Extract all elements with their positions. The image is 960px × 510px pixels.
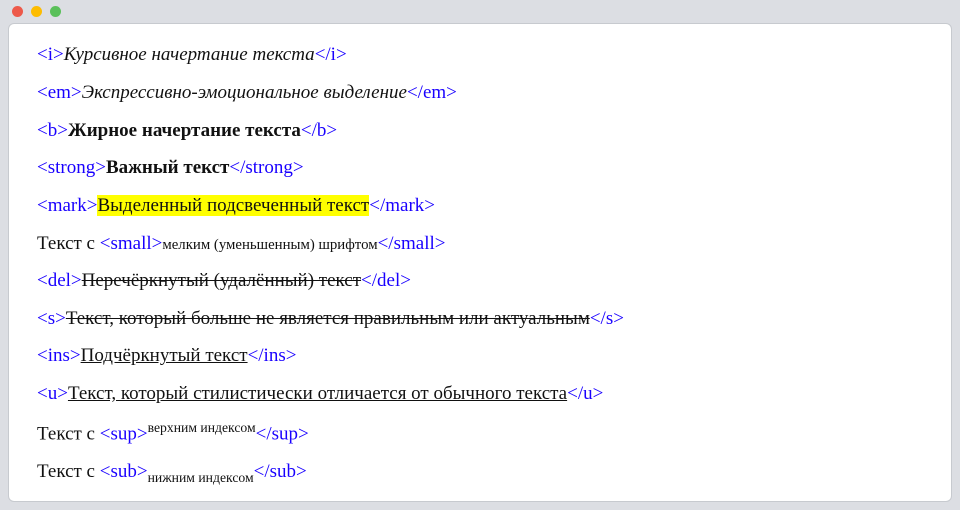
open-tag: <i> xyxy=(37,44,64,65)
styled-text: Курсивное начертание текста xyxy=(64,44,315,65)
styled-text: Жирное начертание текста xyxy=(68,120,301,141)
window: <i>Курсивное начертание текста</i> <em>Э… xyxy=(0,0,960,510)
example-row: <i>Курсивное начертание текста</i> xyxy=(37,42,923,68)
content-panel: <i>Курсивное начертание текста</i> <em>Э… xyxy=(8,23,952,502)
open-tag: <em> xyxy=(37,82,82,103)
styled-text: Важный текст xyxy=(106,157,229,178)
styled-text: Текст, который стилистически отличается … xyxy=(68,383,567,404)
prefix-text: Текст с xyxy=(37,461,100,482)
styled-text: мелким (уменьшенным) шрифтом xyxy=(162,237,377,253)
styled-text: нижним индексом xyxy=(148,470,254,485)
close-tag: </small> xyxy=(378,233,446,254)
open-tag: <sub> xyxy=(100,461,148,482)
example-row: <mark>Выделенный подсвеченный текст</mar… xyxy=(37,193,923,219)
open-tag: <u> xyxy=(37,383,68,404)
example-row: <em>Экспрессивно-эмоциональное выделение… xyxy=(37,80,923,106)
open-tag: <strong> xyxy=(37,157,106,178)
open-tag: <del> xyxy=(37,270,82,291)
open-tag: <s> xyxy=(37,308,66,329)
styled-text: Текст, который больше не является правил… xyxy=(66,308,590,329)
close-tag: </em> xyxy=(407,82,457,103)
example-row: <del>Перечёркнутый (удалённый) текст</de… xyxy=(37,268,923,294)
example-row: <u>Текст, который стилистически отличает… xyxy=(37,381,923,407)
example-row: Текст с <sup>верхним индексом</sup> xyxy=(37,419,923,447)
close-icon[interactable] xyxy=(12,6,23,17)
minimize-icon[interactable] xyxy=(31,6,42,17)
styled-text: Выделенный подсвеченный текст xyxy=(97,195,369,216)
close-tag: </strong> xyxy=(229,157,303,178)
example-row: Текст с <small>мелким (уменьшенным) шриф… xyxy=(37,231,923,257)
prefix-text: Текст с xyxy=(37,423,100,444)
open-tag: <b> xyxy=(37,120,68,141)
example-row: <strong>Важный текст</strong> xyxy=(37,155,923,181)
open-tag: <sup> xyxy=(100,423,148,444)
close-tag: </mark> xyxy=(369,195,435,216)
close-tag: </u> xyxy=(567,383,603,404)
styled-text: Экспрессивно-эмоциональное выделение xyxy=(82,82,407,103)
close-tag: </sub> xyxy=(254,461,307,482)
close-tag: </del> xyxy=(361,270,411,291)
open-tag: <ins> xyxy=(37,345,81,366)
styled-text: Перечёркнутый (удалённый) текст xyxy=(82,270,361,291)
close-tag: </s> xyxy=(590,308,624,329)
example-row: Текст с <sub>нижним индексом</sub> xyxy=(37,459,923,487)
close-tag: </b> xyxy=(301,120,337,141)
titlebar xyxy=(0,0,960,23)
close-tag: </i> xyxy=(315,44,347,65)
styled-text: Подчёркнутый текст xyxy=(81,345,248,366)
close-tag: </ins> xyxy=(248,345,297,366)
open-tag: <mark> xyxy=(37,195,97,216)
open-tag: <small> xyxy=(100,233,163,254)
example-row: <b>Жирное начертание текста</b> xyxy=(37,118,923,144)
example-row: <s>Текст, который больше не является пра… xyxy=(37,306,923,332)
styled-text: верхним индексом xyxy=(148,420,256,435)
maximize-icon[interactable] xyxy=(50,6,61,17)
prefix-text: Текст с xyxy=(37,233,100,254)
example-row: <ins>Подчёркнутый текст</ins> xyxy=(37,343,923,369)
close-tag: </sup> xyxy=(256,423,309,444)
